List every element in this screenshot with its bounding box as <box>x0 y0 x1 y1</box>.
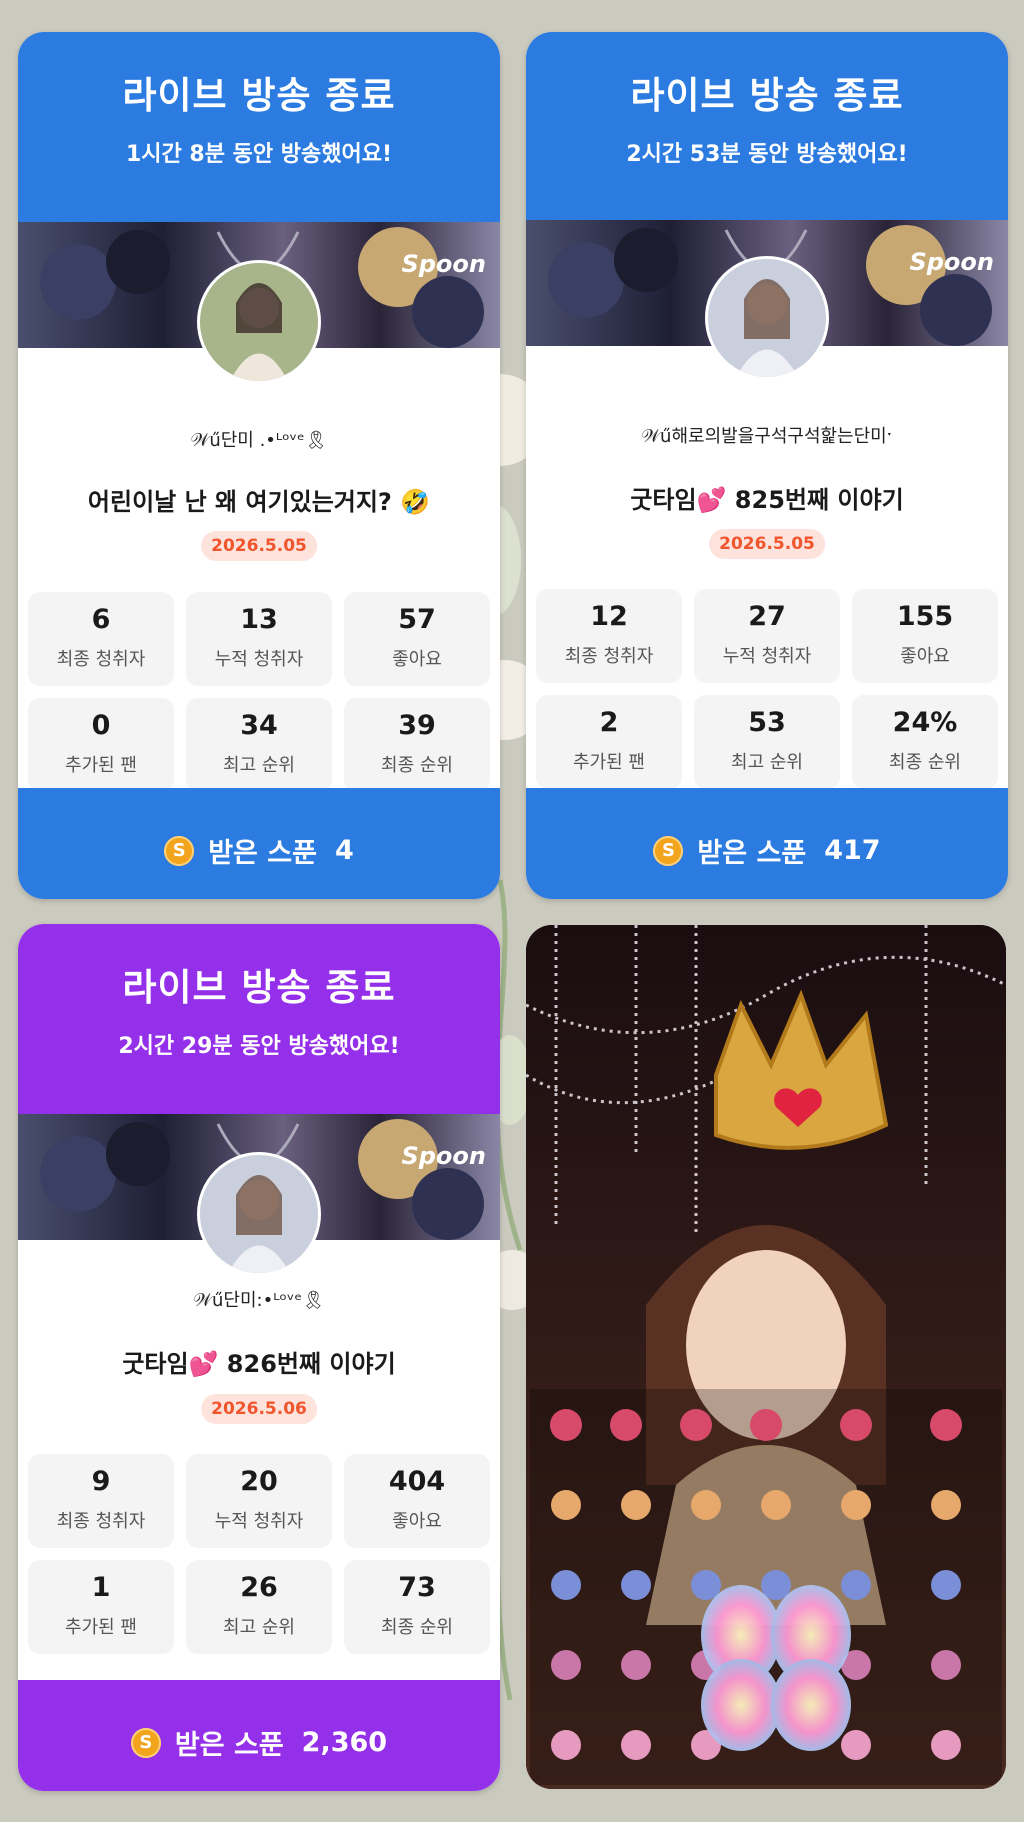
coin-icon: S <box>164 835 195 866</box>
stat-label: 최종 청취자 <box>564 646 654 667</box>
stat-value: 73 <box>398 1572 436 1603</box>
gift-item-grid <box>530 1389 1002 1785</box>
broadcast-duration: 2시간 29분 동안 방송했어요! <box>118 1034 400 1059</box>
dj-nickname: 𝒲ű단미 .•ᴸᵒᵛᵉ🎗 <box>190 430 328 451</box>
stat-label: 누적 청취자 <box>214 649 304 670</box>
stat-label: 좋아요 <box>392 1511 442 1532</box>
stat-likes: 155 좋아요 <box>852 589 998 683</box>
stat-value: 1 <box>91 1572 111 1603</box>
stat-value: 24% <box>892 707 958 738</box>
stat-value: 12 <box>590 601 628 632</box>
stat-likes: 404 좋아요 <box>344 1454 490 1548</box>
broadcast-summary-card: 라이브 방송 종료 1시간 8분 동안 방송했어요! Spoon 𝒲ű단미 .•… <box>18 32 500 899</box>
spoon-label: 받은 스푼 <box>697 838 807 869</box>
coin-icon: S <box>130 1727 161 1758</box>
stat-label: 추가된 팬 <box>573 752 645 773</box>
stat-new-fans: 2 추가된 팬 <box>536 695 682 789</box>
show-title: 어린이날 난 왜 여기있는거지? 🤣 <box>87 488 431 516</box>
stat-label: 최종 청취자 <box>56 649 146 670</box>
spoon-value: 417 <box>824 835 881 866</box>
date-badge: 2026.5.05 <box>201 531 317 561</box>
stat-final-rank: 24% 최종 순위 <box>852 695 998 789</box>
coin-icon: S <box>653 835 684 866</box>
stat-value: 0 <box>91 710 111 741</box>
stat-total-listeners: 27 누적 청취자 <box>694 589 840 683</box>
stat-label: 누적 청취자 <box>722 646 812 667</box>
spoon-total-footer: S 받은 스푼 2,360 <box>18 1680 500 1791</box>
crown-girl-illustration <box>526 925 1006 1789</box>
broadcast-duration: 1시간 8분 동안 방송했어요! <box>125 142 393 167</box>
spoon-value: 2,360 <box>301 1727 388 1758</box>
stat-label: 최종 순위 <box>381 755 453 776</box>
card-title: 라이브 방송 종료 <box>122 966 396 1009</box>
broadcast-summary-card: 라이브 방송 종료 2시간 53분 동안 방송했어요! Spoon 𝒲ű해로의발… <box>526 32 1008 899</box>
broadcast-duration: 2시간 53분 동안 방송했어요! <box>626 142 908 167</box>
stat-best-rank: 53 최고 순위 <box>694 695 840 789</box>
spoon-total-footer: S 받은 스푼 417 <box>526 788 1008 899</box>
show-title: 굿타임💕 826번째 이야기 <box>122 1350 396 1378</box>
stat-label: 누적 청취자 <box>214 1511 304 1532</box>
stat-label: 최종 순위 <box>381 1617 453 1638</box>
stat-value: 6 <box>91 604 111 635</box>
card-title: 라이브 방송 종료 <box>122 74 396 117</box>
spoon-total-footer: S 받은 스푼 4 <box>18 788 500 899</box>
stat-new-fans: 1 추가된 팬 <box>28 1560 174 1654</box>
stat-likes: 57 좋아요 <box>344 592 490 686</box>
stat-final-rank: 73 최종 순위 <box>344 1560 490 1654</box>
stat-label: 추가된 팬 <box>65 755 137 776</box>
stats-grid: 6 최종 청취자 13 누적 청취자 57 좋아요 0 추가된 팬 34 최고 순위 39… <box>28 592 490 792</box>
stat-label: 최고 순위 <box>223 1617 295 1638</box>
stat-label: 좋아요 <box>900 646 950 667</box>
stat-final-listeners: 9 최종 청취자 <box>28 1454 174 1548</box>
stat-label: 추가된 팬 <box>65 1617 137 1638</box>
stat-value: 27 <box>748 601 786 632</box>
stat-label: 좋아요 <box>392 649 442 670</box>
avatar <box>197 1152 321 1276</box>
stat-new-fans: 0 추가된 팬 <box>28 698 174 792</box>
stat-value: 26 <box>240 1572 278 1603</box>
spoon-logo: Spoon <box>909 248 994 276</box>
date-badge: 2026.5.05 <box>709 529 825 559</box>
stat-best-rank: 26 최고 순위 <box>186 1560 332 1654</box>
stat-label: 최종 순위 <box>889 752 961 773</box>
avatar <box>197 260 321 384</box>
stat-final-listeners: 6 최종 청취자 <box>28 592 174 686</box>
spoon-logo: Spoon <box>401 1142 486 1170</box>
spoon-value: 4 <box>334 835 354 866</box>
stat-best-rank: 34 최고 순위 <box>186 698 332 792</box>
stat-value: 13 <box>240 604 278 635</box>
card-header: 라이브 방송 종료 2시간 53분 동안 방송했어요! <box>526 32 1008 220</box>
card-header: 라이브 방송 종료 1시간 8분 동안 방송했어요! <box>18 32 500 222</box>
spoon-label: 받은 스푼 <box>208 838 317 869</box>
stat-value: 404 <box>388 1466 446 1497</box>
spoon-logo: Spoon <box>401 250 486 278</box>
stat-label: 최고 순위 <box>223 755 295 776</box>
stat-value: 34 <box>240 710 278 741</box>
stat-value: 155 <box>896 601 954 632</box>
stat-value: 53 <box>748 707 786 738</box>
card-title: 라이브 방송 종료 <box>630 74 904 117</box>
stats-grid: 9 최종 청취자 20 누적 청취자 404 좋아요 1 추가된 팬 26 최고 순위 7… <box>28 1454 490 1654</box>
show-title: 굿타임💕 825번째 이야기 <box>630 486 904 514</box>
stat-final-listeners: 12 최종 청취자 <box>536 589 682 683</box>
dj-nickname: 𝒲ű해로의발을구석구석핥는단미ˑ <box>641 426 893 447</box>
stat-total-listeners: 20 누적 청취자 <box>186 1454 332 1548</box>
broadcast-summary-card: 라이브 방송 종료 2시간 29분 동안 방송했어요! Spoon 𝒲ű단미:•… <box>18 924 500 1791</box>
spoon-label: 받은 스푼 <box>174 1730 284 1761</box>
stat-label: 최종 청취자 <box>56 1511 146 1532</box>
stat-label: 최고 순위 <box>731 752 803 773</box>
stats-grid: 12 최종 청취자 27 누적 청취자 155 좋아요 2 추가된 팬 53 최고 순위 … <box>536 589 998 789</box>
stat-value: 2 <box>599 707 619 738</box>
stat-final-rank: 39 최종 순위 <box>344 698 490 792</box>
stat-value: 9 <box>91 1466 111 1497</box>
stat-value: 57 <box>398 604 436 635</box>
stat-value: 20 <box>240 1466 278 1497</box>
avatar <box>705 256 829 380</box>
date-badge: 2026.5.06 <box>201 1394 317 1424</box>
crown-artwork-card <box>526 925 1006 1789</box>
stat-total-listeners: 13 누적 청취자 <box>186 592 332 686</box>
dj-nickname: 𝒲ű단미:•ᴸᵒᵛᵉ🎗 <box>193 1290 325 1311</box>
card-header: 라이브 방송 종료 2시간 29분 동안 방송했어요! <box>18 924 500 1114</box>
stat-value: 39 <box>398 710 436 741</box>
